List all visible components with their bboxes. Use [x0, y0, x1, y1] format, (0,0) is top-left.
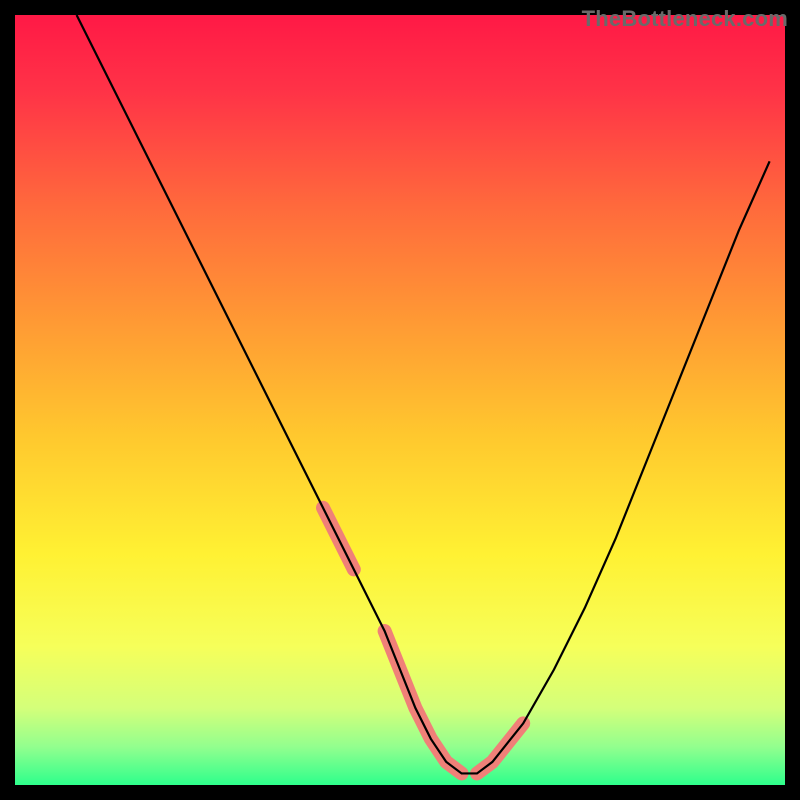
bottleneck-chart [15, 15, 785, 785]
chart-stage: TheBottleneck.com [0, 0, 800, 800]
brand-watermark: TheBottleneck.com [582, 6, 788, 32]
